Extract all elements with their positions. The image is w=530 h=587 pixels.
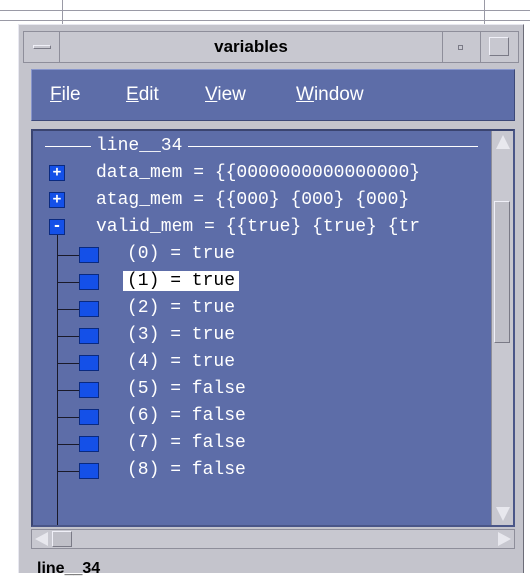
collapse-icon[interactable]: - [49,219,65,235]
tree-node-data-mem[interactable]: data_mem = {{0000000000000000} [96,160,420,186]
frame-line [0,20,530,21]
tree-connector-line [57,235,58,525]
minimize-icon [458,45,463,50]
child-item-1-selected[interactable]: (1) = true [123,268,240,294]
leaf-node-icon [79,274,99,290]
tree-branch-line [57,444,79,445]
group-label: line__34 [96,136,183,156]
leaf-node-icon [79,409,99,425]
leaf-node-icon [79,328,99,344]
tree-branch-line [57,390,79,391]
window-menu-button[interactable] [24,32,60,62]
tree-node-atag-mem[interactable]: atag_mem = {{000} {000} {000} [96,187,409,213]
menu-file[interactable]: File [50,70,81,120]
title-bar[interactable]: variables [23,31,519,63]
menu-view[interactable]: View [205,70,246,120]
vertical-scrollbar[interactable] [491,131,513,525]
menu-bar: File Edit View Window [31,69,515,121]
window-title: variables [214,37,288,56]
scroll-down-icon[interactable] [496,507,510,521]
child-item-4[interactable]: (4) = true [127,349,235,375]
tree-branch-line [57,363,79,364]
horizontal-scrollbar[interactable] [31,529,515,549]
child-item-3[interactable]: (3) = true [127,322,235,348]
scroll-left-icon[interactable] [35,532,48,546]
menu-view-mnemonic: V [205,84,218,105]
leaf-node-icon [79,463,99,479]
menu-window-mnemonic: W [296,84,314,105]
expand-icon[interactable]: + [49,165,65,181]
scroll-right-icon[interactable] [498,532,511,546]
tree-branch-line [57,336,79,337]
tree-branch-line [57,309,79,310]
menu-window[interactable]: Window [296,70,364,120]
scroll-up-icon[interactable] [496,135,510,149]
tree-branch-line [57,471,79,472]
horizontal-scroll-thumb[interactable] [52,531,72,547]
menu-edit-label: dit [138,84,159,105]
frame-line [0,10,530,11]
child-item-5[interactable]: (5) = false [127,376,246,402]
vertical-scroll-thumb[interactable] [494,201,510,343]
menu-edit-mnemonic: E [126,84,139,105]
menu-view-label: iew [217,84,246,105]
window-menu-icon [33,45,51,49]
status-bar: line__34 [37,560,101,577]
child-item-7[interactable]: (7) = false [127,430,246,456]
tree-branch-line [57,255,79,256]
minimize-button[interactable] [442,32,480,62]
leaf-node-icon [79,436,99,452]
child-item-8[interactable]: (8) = false [127,457,246,483]
menu-edit[interactable]: Edit [126,70,159,120]
maximize-icon [489,37,509,56]
group-rule-right [188,146,478,147]
variables-window: variables File Edit View Window line__34… [18,24,524,577]
leaf-node-icon [79,247,99,263]
child-item-2[interactable]: (2) = true [127,295,235,321]
selected-item-label: (1) = true [123,271,240,291]
tree-branch-line [57,417,79,418]
leaf-node-icon [79,301,99,317]
tree-branch-line [57,282,79,283]
group-rule-left [45,146,91,147]
menu-file-label: ile [61,84,81,105]
menu-window-label: indow [313,84,364,105]
leaf-node-icon [79,382,99,398]
maximize-button[interactable] [480,32,518,62]
tree-node-valid-mem[interactable]: valid_mem = {{true} {true} {tr [96,214,420,240]
variables-tree: line__34 + data_mem = {{0000000000000000… [33,131,491,525]
child-item-6[interactable]: (6) = false [127,403,246,429]
menu-file-mnemonic: F [50,84,62,105]
expand-icon[interactable]: + [49,192,65,208]
leaf-node-icon [79,355,99,371]
child-item-0[interactable]: (0) = true [127,241,235,267]
variables-tree-panel: line__34 + data_mem = {{0000000000000000… [31,129,515,527]
